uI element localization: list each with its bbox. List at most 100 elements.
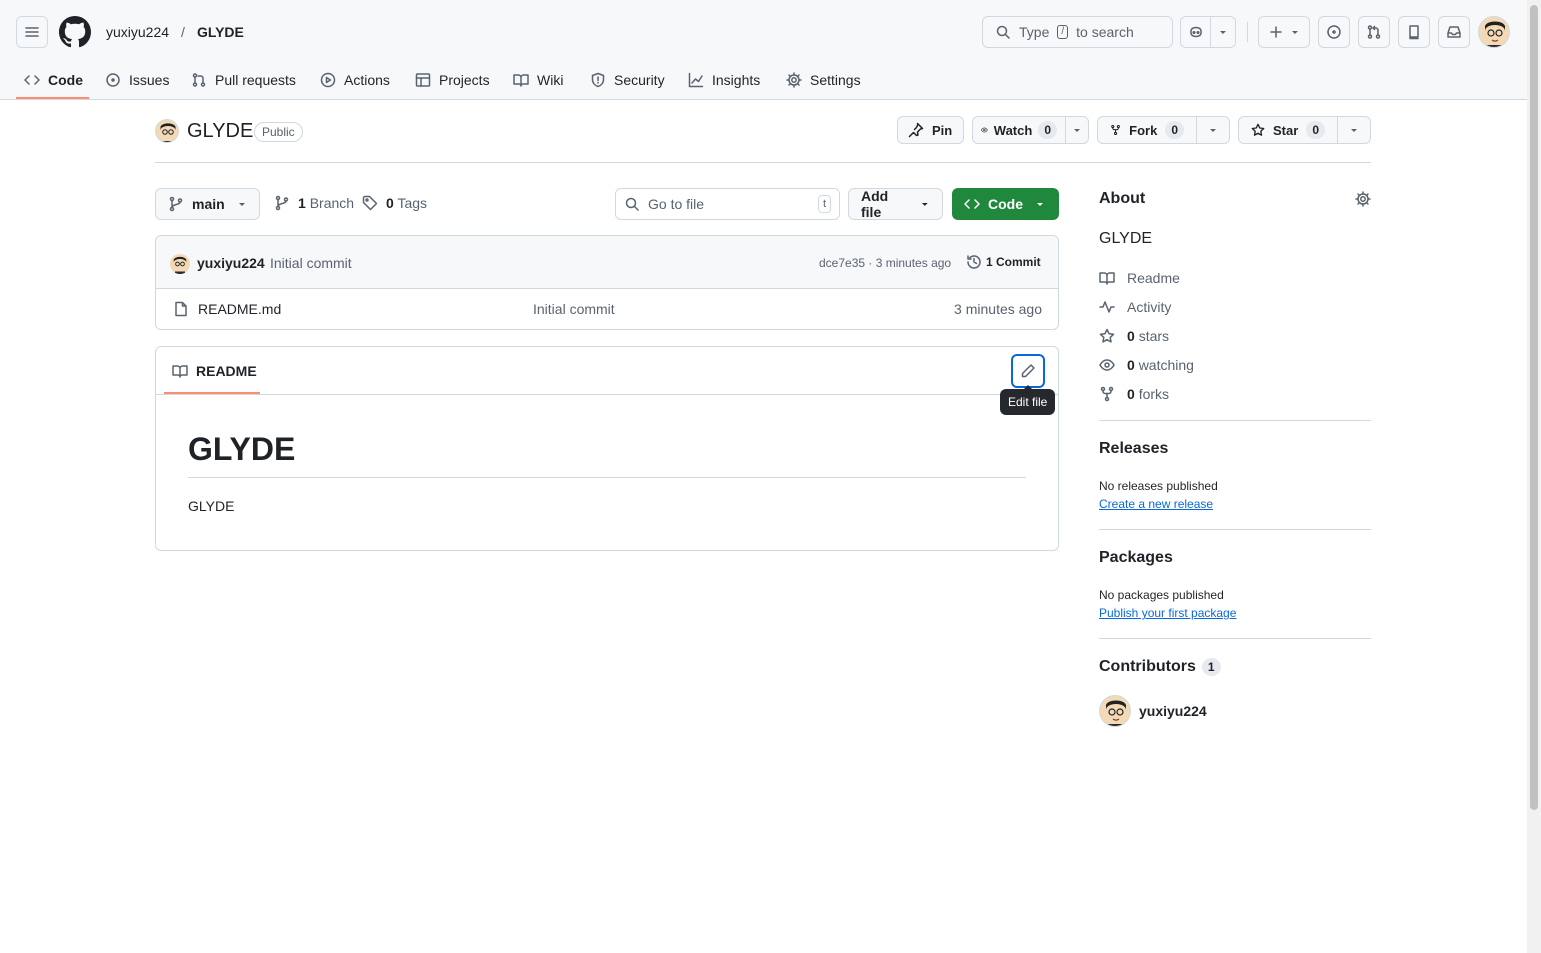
- watching-link[interactable]: 0 watching: [1099, 357, 1194, 373]
- commit-author[interactable]: yuxiyu224: [197, 255, 265, 271]
- chevron-down-icon: [1292, 31, 1298, 34]
- issue-icon: [1327, 25, 1341, 39]
- tab-insights[interactable]: Insights: [680, 60, 768, 100]
- stars-count: 0: [1127, 328, 1135, 344]
- releases-empty-text: No releases published: [1099, 479, 1218, 493]
- stars-label: stars: [1138, 328, 1170, 344]
- branch-selector[interactable]: main: [155, 188, 260, 220]
- divider: [155, 162, 1371, 163]
- forks-label: forks: [1138, 386, 1170, 402]
- tab-label: Issues: [129, 72, 170, 88]
- search-prefix: Type: [1019, 24, 1050, 40]
- forks-link[interactable]: 0 forks: [1099, 386, 1169, 402]
- stars-link[interactable]: 0 stars: [1099, 328, 1169, 344]
- readme-panel: README GLYDE GLYDE: [155, 346, 1059, 551]
- readme-link[interactable]: Readme: [1099, 270, 1180, 286]
- contributor-avatar[interactable]: [1099, 695, 1131, 727]
- star-button[interactable]: Star 0: [1238, 116, 1371, 144]
- file-commit-message[interactable]: Initial commit: [533, 301, 615, 317]
- repositories-button[interactable]: [1398, 16, 1430, 48]
- tab-settings[interactable]: Settings: [778, 60, 869, 100]
- contributor-name[interactable]: yuxiyu224: [1139, 703, 1207, 719]
- hamburger-icon: [25, 27, 39, 37]
- add-file-button[interactable]: Add file: [848, 188, 943, 220]
- book-icon: [1099, 272, 1115, 285]
- github-mark-icon: [59, 16, 91, 48]
- tab-label: Wiki: [537, 72, 564, 88]
- branch-count: 1: [298, 195, 306, 211]
- chevron-down-icon[interactable]: [1349, 125, 1359, 135]
- pull-requests-button[interactable]: [1358, 16, 1390, 48]
- forks-count: 0: [1127, 386, 1135, 402]
- watch-button[interactable]: Watch 0: [972, 116, 1089, 144]
- issues-button[interactable]: [1318, 16, 1350, 48]
- commit-history-link[interactable]: 1 Commit: [966, 254, 1041, 270]
- tab-projects[interactable]: Projects: [407, 60, 498, 100]
- git-branch-icon: [169, 196, 183, 212]
- tab-issues[interactable]: Issues: [97, 60, 177, 100]
- history-icon: [967, 255, 981, 269]
- packages-title[interactable]: Packages: [1099, 549, 1173, 567]
- tab-label: Projects: [439, 72, 490, 88]
- tab-actions[interactable]: Actions: [312, 60, 398, 100]
- divider: [1099, 529, 1371, 530]
- contributors-count: 1: [1201, 658, 1221, 676]
- repo-owner-avatar: [155, 119, 179, 143]
- watch-label: Watch: [993, 122, 1033, 138]
- pin-button[interactable]: Pin: [897, 116, 964, 144]
- table-row[interactable]: README.md Initial commit 3 minutes ago: [156, 289, 1058, 329]
- breadcrumb-owner[interactable]: yuxiyu224: [106, 24, 169, 40]
- tab-security[interactable]: Security: [582, 60, 673, 100]
- star-count: 0: [1306, 121, 1325, 139]
- create-new-button[interactable]: [1258, 16, 1310, 48]
- divider: [1099, 420, 1371, 421]
- edit-file-tooltip: Edit file: [1000, 385, 1056, 415]
- pencil-icon: [1021, 364, 1035, 378]
- publish-package-link[interactable]: Publish your first package: [1099, 606, 1236, 620]
- search-input[interactable]: Type / to search: [982, 16, 1173, 48]
- go-to-file-input[interactable]: Go to file t: [615, 188, 840, 220]
- avatar[interactable]: [1478, 16, 1510, 48]
- tab-readme[interactable]: README: [172, 363, 257, 379]
- gear-icon[interactable]: [1355, 191, 1371, 207]
- activity-link[interactable]: Activity: [1099, 299, 1171, 315]
- pulse-icon: [1099, 301, 1115, 313]
- repo-title[interactable]: GLYDE: [187, 120, 253, 143]
- commit-message[interactable]: Initial commit: [270, 255, 352, 271]
- tab-label: Insights: [712, 72, 761, 88]
- watch-count: 0: [1038, 121, 1057, 139]
- chevron-down-icon[interactable]: [1208, 125, 1218, 135]
- contributors-header[interactable]: Contributors 1: [1099, 658, 1221, 676]
- tab-label: Pull requests: [215, 72, 296, 88]
- scrollbar-thumb[interactable]: [1530, 5, 1538, 810]
- fork-button[interactable]: Fork 0: [1097, 116, 1230, 144]
- file-name[interactable]: README.md: [198, 301, 281, 317]
- chevron-down-icon[interactable]: [1072, 125, 1082, 135]
- copilot-button[interactable]: [1180, 16, 1236, 48]
- notifications-button[interactable]: [1438, 16, 1470, 48]
- create-release-link[interactable]: Create a new release: [1099, 497, 1213, 511]
- tag-icon: [362, 195, 378, 211]
- tab-pull-requests[interactable]: Pull requests: [183, 60, 304, 100]
- graph-icon: [688, 72, 704, 88]
- releases-title[interactable]: Releases: [1099, 440, 1168, 458]
- code-button[interactable]: Code: [952, 188, 1059, 220]
- breadcrumb-repo[interactable]: GLYDE: [197, 24, 244, 40]
- add-file-label: Add file: [861, 188, 889, 220]
- tab-wiki[interactable]: Wiki: [505, 60, 571, 100]
- star-label: Star: [1273, 122, 1299, 138]
- tags-link[interactable]: 0 Tags: [362, 195, 427, 211]
- scrollbar[interactable]: [1527, 0, 1541, 953]
- file-commit-time: 3 minutes ago: [954, 301, 1042, 317]
- book-icon: [513, 74, 529, 87]
- tooltip-arrow: [1023, 385, 1033, 390]
- tab-code[interactable]: Code: [16, 60, 91, 100]
- branches-link[interactable]: 1 Branch: [274, 195, 354, 211]
- github-logo[interactable]: [59, 16, 91, 48]
- edit-file-button[interactable]: [1011, 354, 1045, 388]
- pin-icon: [908, 122, 924, 138]
- commit-author-avatar: [170, 254, 190, 274]
- readme-link-label: Readme: [1127, 270, 1180, 286]
- menu-button[interactable]: [16, 16, 48, 48]
- commit-hash-time[interactable]: dce7e35 · 3 minutes ago: [819, 256, 951, 270]
